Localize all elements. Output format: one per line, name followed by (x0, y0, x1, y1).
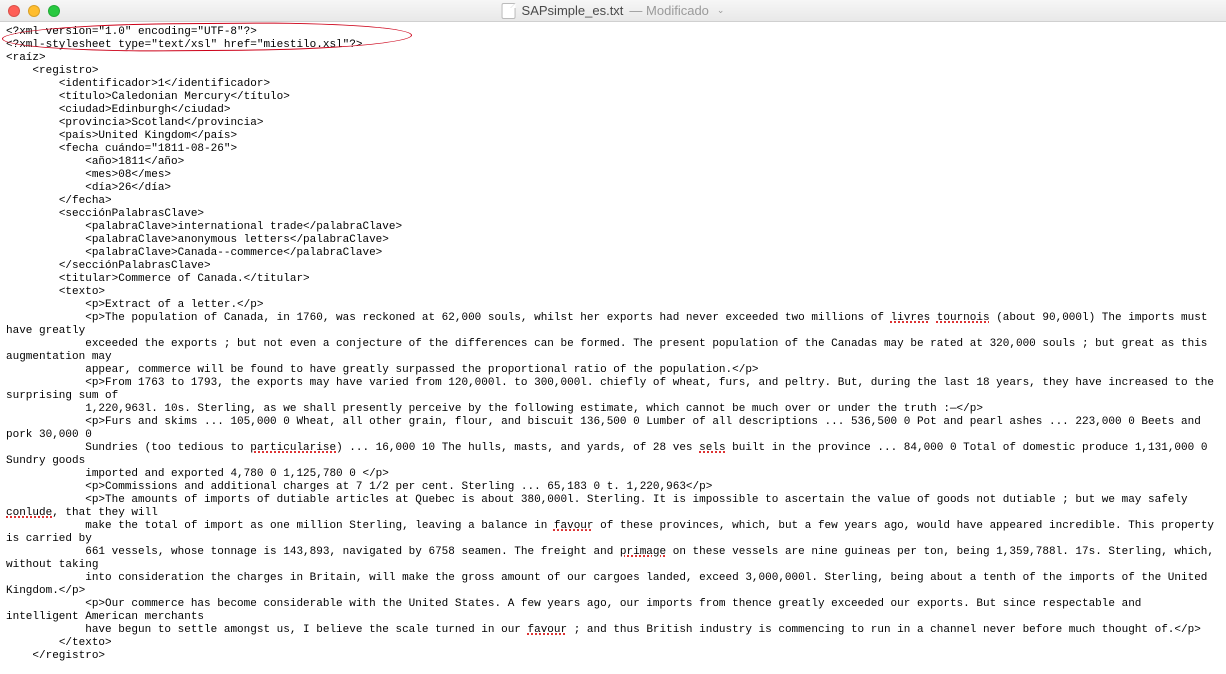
editor-line[interactable]: <p>Furs and skims ... 105,000 0 Wheat, a… (6, 416, 1220, 442)
editor-line[interactable]: <p>The population of Canada, in 1760, wa… (6, 312, 1220, 338)
editor-line[interactable]: imported and exported 4,780 0 1,125,780 … (6, 468, 1220, 481)
editor-line[interactable]: have begun to settle amongst us, I belie… (6, 624, 1220, 637)
chevron-down-icon[interactable]: ⌄ (717, 5, 725, 16)
editor-line[interactable]: <año>1811</año> (6, 156, 1220, 169)
document-icon (502, 3, 516, 19)
editor-line[interactable]: 1,220,963l. 10s. Sterling, as we shall p… (6, 403, 1220, 416)
editor-line[interactable]: <mes>08</mes> (6, 169, 1220, 182)
spell-error: conlude (6, 507, 52, 519)
window-status: — Modificado (629, 3, 708, 18)
editor-line[interactable]: <?xml-stylesheet type="text/xsl" href="m… (6, 39, 1220, 52)
text-editor-content[interactable]: <?xml version="1.0" encoding="UTF-8"?><?… (0, 22, 1226, 674)
spell-error: favour (528, 624, 568, 636)
spell-error: tournois (937, 312, 990, 324)
editor-line[interactable]: appear, commerce will be found to have g… (6, 364, 1220, 377)
spell-error: primage (620, 546, 666, 558)
editor-line[interactable]: 661 vessels, whose tonnage is 143,893, n… (6, 546, 1220, 572)
editor-line[interactable]: </texto> (6, 637, 1220, 650)
editor-line[interactable]: <p>Our commerce has become considerable … (6, 598, 1220, 624)
editor-line[interactable]: <p>The amounts of imports of dutiable ar… (6, 494, 1220, 520)
zoom-button[interactable] (48, 5, 60, 17)
window-titlebar: SAPsimple_es.txt — Modificado ⌄ (0, 0, 1226, 22)
editor-line[interactable]: <palabraClave>Canada--commerce</palabraC… (6, 247, 1220, 260)
editor-line[interactable]: <palabraClave>anonymous letters</palabra… (6, 234, 1220, 247)
spell-error: sels (699, 442, 725, 454)
editor-line[interactable]: <fecha cuándo="1811-08-26"> (6, 143, 1220, 156)
spell-error: particularise (250, 442, 336, 454)
editor-line[interactable]: <raíz> (6, 52, 1220, 65)
editor-line[interactable]: <país>United Kingdom</país> (6, 130, 1220, 143)
editor-line[interactable]: <texto> (6, 286, 1220, 299)
editor-line[interactable]: <?xml version="1.0" encoding="UTF-8"?> (6, 26, 1220, 39)
editor-line[interactable]: <provincia>Scotland</provincia> (6, 117, 1220, 130)
editor-line[interactable]: <p>Extract of a letter.</p> (6, 299, 1220, 312)
editor-line[interactable]: <día>26</día> (6, 182, 1220, 195)
window-title[interactable]: SAPsimple_es.txt — Modificado ⌄ (502, 3, 725, 19)
editor-line[interactable]: <registro> (6, 65, 1220, 78)
minimize-button[interactable] (28, 5, 40, 17)
editor-line[interactable]: make the total of import as one million … (6, 520, 1220, 546)
editor-line[interactable]: exceeded the exports ; but not even a co… (6, 338, 1220, 364)
editor-line[interactable]: <palabraClave>international trade</palab… (6, 221, 1220, 234)
editor-line[interactable]: <p>Commissions and additional charges at… (6, 481, 1220, 494)
editor-line[interactable]: </fecha> (6, 195, 1220, 208)
editor-line[interactable]: <titular>Commerce of Canada.</titular> (6, 273, 1220, 286)
editor-line[interactable]: <identificador>1</identificador> (6, 78, 1220, 91)
close-button[interactable] (8, 5, 20, 17)
window-filename: SAPsimple_es.txt (522, 3, 624, 18)
editor-line[interactable]: <ciudad>Edinburgh</ciudad> (6, 104, 1220, 117)
editor-line[interactable]: <título>Caledonian Mercury</título> (6, 91, 1220, 104)
spell-error: favour (554, 520, 594, 532)
editor-line[interactable]: </secciónPalabrasClave> (6, 260, 1220, 273)
editor-line[interactable]: Sundries (too tedious to particularise) … (6, 442, 1220, 468)
editor-line[interactable]: <p>From 1763 to 1793, the exports may ha… (6, 377, 1220, 403)
editor-line[interactable]: into consideration the charges in Britai… (6, 572, 1220, 598)
editor-line[interactable]: </registro> (6, 650, 1220, 663)
spell-error: livres (891, 312, 931, 324)
editor-line[interactable]: <secciónPalabrasClave> (6, 208, 1220, 221)
traffic-lights (0, 5, 60, 17)
